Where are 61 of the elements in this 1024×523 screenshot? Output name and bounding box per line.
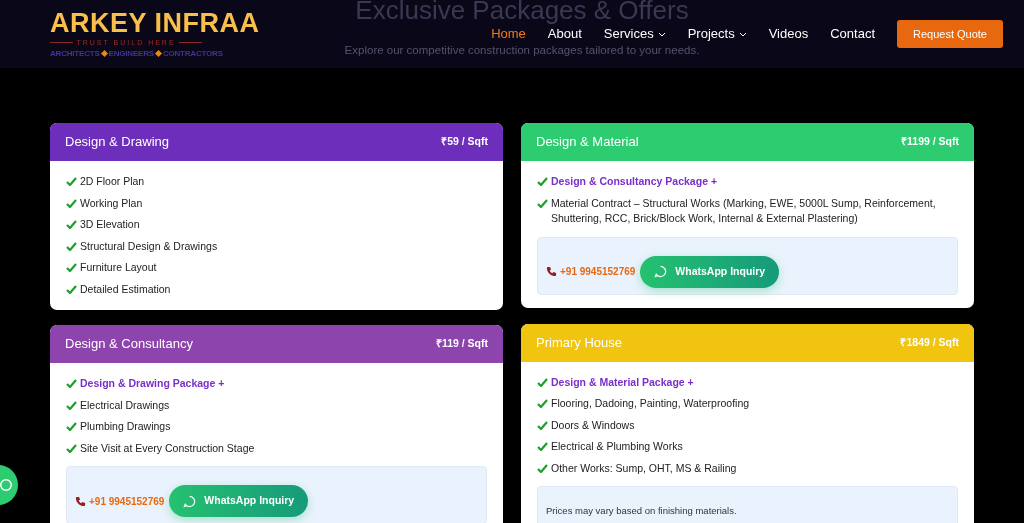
feature-text: Flooring, Dadoing, Painting, Waterproofing [551,396,750,411]
check-icon [66,177,77,186]
chevron-down-icon [657,31,666,37]
feature-text: Material Contract – Structural Works (Marking, EWE, 5000L Sump, Reinforcement, Shuttering, RCC, Brick/Block Work, Internal & External Plastering) [551,195,937,226]
check-icon [66,198,77,208]
package-link[interactable]: Design & Material Package + [551,374,694,390]
check-icon [66,379,77,388]
check-icon [66,241,77,251]
package-title: Design & Drawing [65,133,170,152]
nav-link[interactable]: Contact [830,24,875,44]
check-icon [537,463,548,473]
section-title: Exclusive Packages & Offers [355,0,689,23]
package-price: ₹59 / Sqft [441,134,488,150]
check-icon [66,400,77,410]
check-icon [537,420,548,430]
logo-role: ARCHITECTS [50,47,100,60]
feature-text: Furniture Layout [80,260,157,275]
feature-text: Electrical & Plumbing Works [551,439,683,454]
nav-link[interactable]: About [547,24,582,44]
feature-text: Site Visit at Every Construction Stage [80,440,255,456]
check-icon [537,177,548,186]
package-link[interactable]: Design & Drawing Package + [80,376,225,392]
check-icon [66,263,77,272]
feature-text: Working Plan [80,195,143,211]
nav-link[interactable]: Home [491,24,526,44]
package-price: ₹119 / Sqft [435,336,488,352]
feature-text: Electrical Drawings [80,397,170,413]
package-title: Primary House [536,333,622,352]
chevron-down-icon [738,31,747,37]
phone-icon [546,266,557,277]
check-icon [66,220,77,229]
check-icon [537,399,548,408]
check-icon [66,284,77,294]
package-link[interactable]: Design & Consultancy Package + [551,174,718,190]
phone-icon [75,495,86,507]
logo-name: ARKEY INFRAA [50,8,260,37]
nav-link[interactable]: Services [603,24,666,44]
pricing-note: Prices may vary based on finishing materials. [546,505,737,516]
check-icon [537,442,548,451]
feature-text: Other Works: Sump, OHT, MS & Railing [551,460,737,476]
package-price: ₹1199 / Sqft [901,134,959,150]
package-title: Design & Consultancy [65,335,193,354]
feature-text: Plumbing Drawings [80,419,171,434]
nav-link[interactable]: Projects [687,24,747,44]
nav-link[interactable]: Videos [768,24,809,44]
feature-text: 3D Elevation [80,217,140,232]
feature-text: Structural Design & Drawings [80,238,218,254]
check-icon [66,443,77,453]
feature-text: 2D Floor Plan [80,174,145,189]
check-icon [537,377,548,387]
diamond-icon [100,50,108,57]
check-icon [66,422,77,431]
feature-text: Doors & Windows [551,417,635,433]
check-icon [537,198,548,208]
logo-role: CONTRACTORS [162,47,223,60]
feature-text: Detailed Estimation [80,281,171,297]
section-subtitle: Explore our competitive construction packages tailored to your needs. [344,45,700,57]
logo-role: ENGINEERS [108,47,154,60]
package-price: ₹1849 / Sqft [900,334,959,350]
package-title: Design & Material [536,133,639,152]
diamond-icon [154,50,162,57]
